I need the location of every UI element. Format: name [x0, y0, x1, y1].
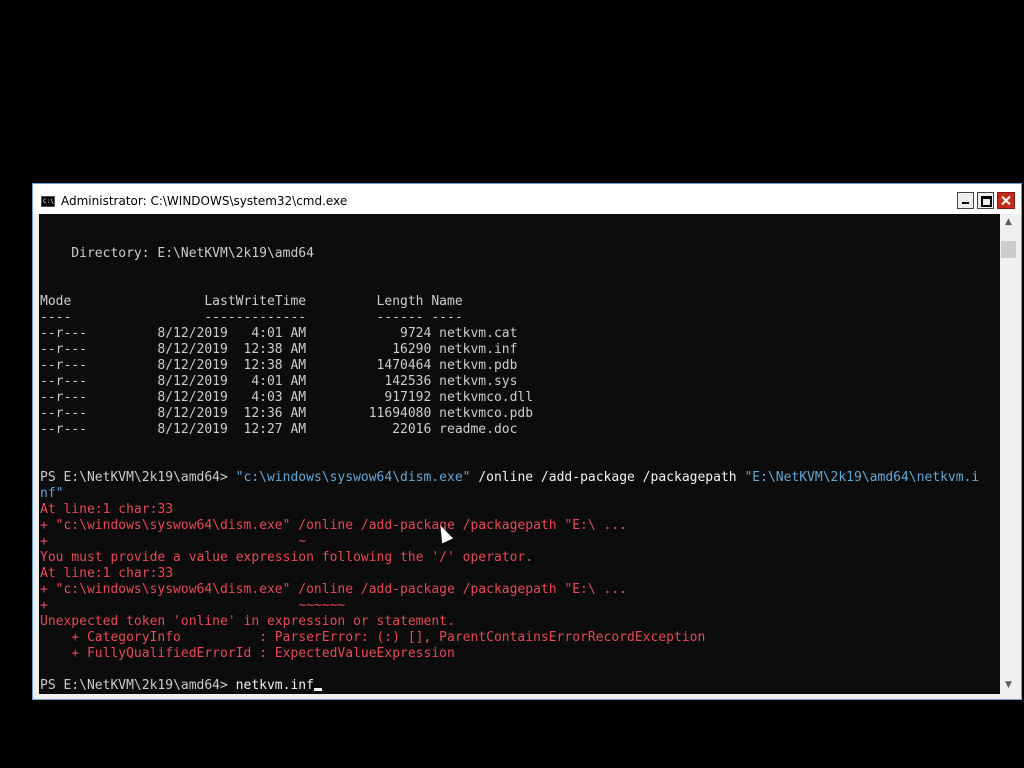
close-button[interactable] — [997, 192, 1015, 209]
error-line: At line:1 char:33 — [40, 566, 174, 581]
command-switch: /online — [478, 470, 534, 485]
directory-line: Directory: E:\NetKVM\2k19\amd64 — [40, 246, 314, 261]
input-line: PS E:\NetKVM\2k19\amd64> netkvm.inf — [40, 678, 979, 694]
file-row: --r--- 8/12/2019 4:03 AM 917192 netkvmco… — [40, 390, 534, 405]
command-path: "E:\NetKVM\2k19\amd64\netkvm.i — [744, 470, 980, 485]
file-row: --r--- 8/12/2019 12:36 AM 11694080 netkv… — [40, 406, 534, 421]
minimize-button[interactable] — [957, 192, 974, 209]
error-line: At line:1 char:33 — [40, 502, 174, 517]
file-row: --r--- 8/12/2019 4:01 AM 142536 netkvm.s… — [40, 374, 518, 389]
scroll-thumb[interactable] — [1001, 241, 1016, 258]
prompt: PS E:\NetKVM\2k19\amd64> — [40, 470, 236, 485]
file-row: --r--- 8/12/2019 12:27 AM 22016 readme.d… — [40, 422, 518, 437]
title-bar[interactable]: C:\ Administrator: C:\WINDOWS\system32\c… — [33, 184, 1021, 214]
error-line: + FullyQualifiedErrorId : ExpectedValueE… — [40, 646, 455, 661]
command-args: /add-package /packagepath — [533, 470, 745, 485]
console-output[interactable]: Directory: E:\NetKVM\2k19\amd64 Mode Last… — [39, 214, 1000, 694]
command-exe: "c:\windows\syswow64\dism.exe" — [235, 470, 471, 485]
command-line: PS E:\NetKVM\2k19\amd64> "c:\windows\sys… — [40, 470, 979, 486]
error-line: + "c:\windows\syswow64\dism.exe" /online… — [40, 582, 627, 597]
listing-header: Mode LastWriteTime Length Name — [40, 294, 463, 309]
file-row: --r--- 8/12/2019 12:38 AM 16290 netkvm.i… — [40, 342, 518, 357]
current-input: netkvm.inf — [235, 678, 314, 693]
scroll-down-arrow-icon[interactable]: ▼ — [1000, 677, 1017, 694]
console-text: Directory: E:\NetKVM\2k19\amd64 Mode Last… — [40, 214, 979, 694]
error-line: You must provide a value expression foll… — [40, 550, 534, 565]
error-line: + ~~~~~~ — [40, 598, 346, 613]
command-line-wrap: nf" — [40, 486, 979, 502]
file-row: --r--- 8/12/2019 4:01 AM 9724 netkvm.cat — [40, 326, 518, 341]
error-line: + CategoryInfo : ParserError: (:) [], Pa… — [40, 630, 706, 645]
error-line: + ~ — [40, 534, 307, 549]
error-line: + "c:\windows\syswow64\dism.exe" /online… — [40, 518, 627, 533]
command-path-wrap: nf" — [40, 486, 64, 501]
listing-separator: ---- ------------- ------ ---- — [40, 310, 463, 325]
prompt: PS E:\NetKVM\2k19\amd64> — [40, 678, 236, 693]
error-line: Unexpected token 'online' in expression … — [40, 614, 455, 629]
text-cursor — [313, 688, 322, 691]
cmd-window: C:\ Administrator: C:\WINDOWS\system32\c… — [32, 183, 1022, 700]
maximize-button[interactable] — [977, 192, 994, 209]
vertical-scrollbar[interactable]: ▲ ▼ — [1000, 214, 1017, 694]
window-title: Administrator: C:\WINDOWS\system32\cmd.e… — [61, 194, 348, 208]
cmd-icon[interactable]: C:\ — [41, 196, 55, 207]
scroll-up-arrow-icon[interactable]: ▲ — [1000, 214, 1017, 231]
file-row: --r--- 8/12/2019 12:38 AM 1470464 netkvm… — [40, 358, 518, 373]
